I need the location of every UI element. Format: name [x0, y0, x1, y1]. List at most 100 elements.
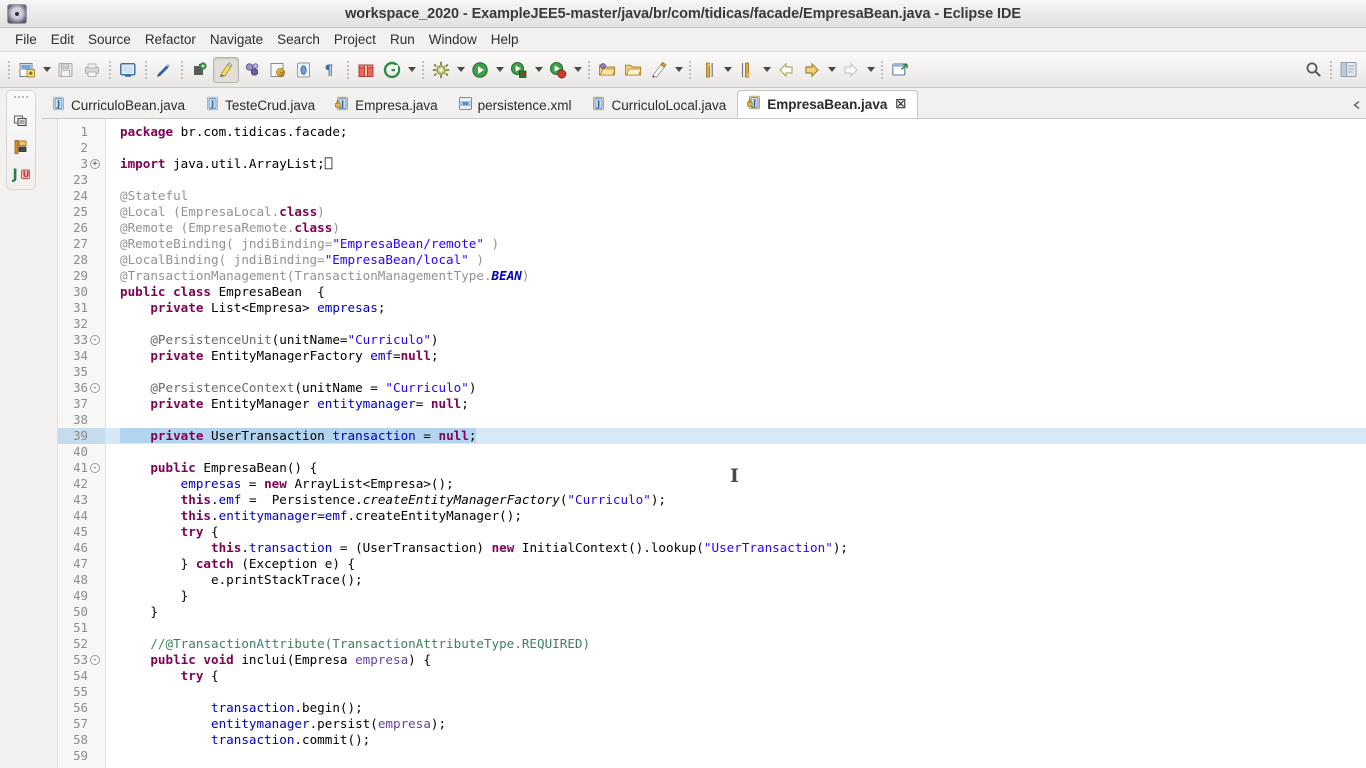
git-repositories-dropdown-arrow[interactable]: [405, 57, 418, 83]
new-task-button[interactable]: [646, 57, 672, 83]
code-line[interactable]: @LocalBinding( jndiBinding="EmpresaBean/…: [106, 252, 1366, 268]
code-line[interactable]: empresas = new ArrayList<Empresa>();: [106, 476, 1366, 492]
external-tools-dropdown-arrow[interactable]: [454, 57, 467, 83]
code-line[interactable]: public void inclui(Empresa empresa) {: [106, 652, 1366, 668]
menu-item-refactor[interactable]: Refactor: [138, 30, 203, 49]
code-line[interactable]: transaction.commit();: [106, 732, 1366, 748]
code-line[interactable]: //@TransactionAttribute(TransactionAttri…: [106, 636, 1366, 652]
code-line[interactable]: try {: [106, 668, 1366, 684]
open-type-button[interactable]: [291, 57, 317, 83]
code-line[interactable]: try {: [106, 524, 1366, 540]
menu-item-edit[interactable]: Edit: [44, 30, 81, 49]
new-java-class-button[interactable]: [239, 57, 265, 83]
editor-tab-empresa-java[interactable]: J Empresa.java: [326, 91, 449, 118]
next-annotation-button[interactable]: [734, 57, 760, 83]
close-icon[interactable]: ☒: [895, 97, 906, 111]
code-line[interactable]: transaction.begin();: [106, 700, 1366, 716]
open-task-button[interactable]: [620, 57, 646, 83]
code-line[interactable]: @Stateful: [106, 188, 1366, 204]
code-line[interactable]: }: [106, 588, 1366, 604]
menu-item-search[interactable]: Search: [270, 30, 327, 49]
outline-view-button[interactable]: [11, 138, 31, 156]
code-line[interactable]: private List<Empresa> empresas;: [106, 300, 1366, 316]
code-line[interactable]: [106, 140, 1366, 156]
editor-marker-column[interactable]: [42, 119, 58, 768]
java-editor[interactable]: 1 2 3 +23 24 25 26 27 28 29 30 31 32 33-34 35 36-37 38 39…: [42, 118, 1366, 768]
code-line[interactable]: [106, 748, 1366, 764]
quick-access-search-button[interactable]: [1300, 57, 1326, 83]
editor-tab-persistence-xml[interactable]: persistence.xml: [449, 91, 583, 118]
external-tools-button[interactable]: [428, 57, 454, 83]
code-line[interactable]: @Local (EmpresaLocal.class): [106, 204, 1366, 220]
menu-item-help[interactable]: Help: [484, 30, 526, 49]
debug-on-server-button[interactable]: [545, 57, 571, 83]
code-line[interactable]: this.emf = Persistence.createEntityManag…: [106, 492, 1366, 508]
code-line[interactable]: e.printStackTrace();: [106, 572, 1366, 588]
next-annotation-dropdown-arrow[interactable]: [760, 57, 773, 83]
previous-annotation-button[interactable]: [695, 57, 721, 83]
fold-collapse-icon[interactable]: -: [90, 463, 100, 473]
quick-fix-button[interactable]: [151, 57, 177, 83]
code-line[interactable]: private EntityManager entitymanager= nul…: [106, 396, 1366, 412]
code-line[interactable]: @RemoteBinding( jndiBinding="EmpresaBean…: [106, 236, 1366, 252]
editor-code-area[interactable]: package br.com.tidicas.facade; import jav…: [106, 119, 1366, 768]
fold-collapse-icon[interactable]: -: [90, 655, 100, 665]
code-line[interactable]: @TransactionManagement(TransactionManage…: [106, 268, 1366, 284]
menu-item-file[interactable]: File: [8, 30, 44, 49]
code-line[interactable]: public class EmpresaBean {: [106, 284, 1366, 300]
code-line[interactable]: public EmpresaBean() {: [106, 460, 1366, 476]
code-line[interactable]: entitymanager.persist(empresa);: [106, 716, 1366, 732]
code-line[interactable]: [106, 412, 1366, 428]
code-line[interactable]: } catch (Exception e) {: [106, 556, 1366, 572]
print-button[interactable]: [79, 57, 105, 83]
menu-item-run[interactable]: Run: [383, 30, 422, 49]
new-wizard-button[interactable]: [14, 57, 40, 83]
run-dropdown-arrow[interactable]: [493, 57, 506, 83]
fast-view-grip[interactable]: [13, 95, 29, 100]
code-line[interactable]: this.transaction = (UserTransaction) new…: [106, 540, 1366, 556]
code-line[interactable]: @PersistenceContext(unitName = "Curricul…: [106, 380, 1366, 396]
git-repositories-button[interactable]: [379, 57, 405, 83]
new-java-package-button[interactable]: [187, 57, 213, 83]
run-on-server-button[interactable]: [506, 57, 532, 83]
editor-tab-curriculolocal-java[interactable]: J CurriculoLocal.java: [582, 91, 737, 118]
new-task-dropdown-arrow[interactable]: [672, 57, 685, 83]
code-line[interactable]: private EntityManagerFactory emf=null;: [106, 348, 1366, 364]
debug-on-server-dropdown-arrow[interactable]: [571, 57, 584, 83]
open-package-button[interactable]: [594, 57, 620, 83]
code-line[interactable]: }: [106, 604, 1366, 620]
menu-item-window[interactable]: Window: [422, 30, 484, 49]
toggle-mark-occurrences-button[interactable]: [213, 56, 239, 83]
menu-item-source[interactable]: Source: [81, 30, 138, 49]
code-line[interactable]: package br.com.tidicas.facade;: [106, 124, 1366, 140]
back-button[interactable]: [773, 57, 799, 83]
code-line[interactable]: @Remote (EmpresaRemote.class): [106, 220, 1366, 236]
editor-tab-empresabean-java[interactable]: J EmpresaBean.java ☒: [737, 90, 919, 118]
code-line[interactable]: @PersistenceUnit(unitName="Curriculo"): [106, 332, 1366, 348]
previous-annotation-dropdown-arrow[interactable]: [721, 57, 734, 83]
code-line[interactable]: [106, 444, 1366, 460]
code-line[interactable]: [106, 684, 1366, 700]
menu-item-project[interactable]: Project: [327, 30, 383, 49]
run-button[interactable]: [467, 57, 493, 83]
code-line[interactable]: [106, 316, 1366, 332]
package-explorer-view-button[interactable]: [11, 111, 31, 129]
code-line[interactable]: private UserTransaction transaction = nu…: [106, 428, 1366, 444]
code-line[interactable]: [106, 620, 1366, 636]
code-line[interactable]: this.entitymanager=emf.createEntityManag…: [106, 508, 1366, 524]
open-console-button[interactable]: [115, 57, 141, 83]
open-perspective-button[interactable]: [1336, 57, 1362, 83]
tab-chevron-area[interactable]: [1350, 91, 1366, 118]
forward-dropdown-arrow[interactable]: [825, 57, 838, 83]
editor-tab-curriculobean-java[interactable]: J CurriculoBean.java: [42, 91, 196, 118]
show-whitespace-button[interactable]: ¶: [317, 57, 343, 83]
code-line[interactable]: [106, 364, 1366, 380]
code-line[interactable]: [106, 172, 1366, 188]
menu-item-navigate[interactable]: Navigate: [203, 30, 270, 49]
last-edit-location-dropdown-arrow[interactable]: [864, 57, 877, 83]
junit-view-button[interactable]: J U: [11, 165, 31, 183]
new-wizard-dropdown-arrow[interactable]: [40, 57, 53, 83]
new-annotation-button[interactable]: @: [265, 57, 291, 83]
save-button[interactable]: [53, 57, 79, 83]
run-on-server-dropdown-arrow[interactable]: [532, 57, 545, 83]
